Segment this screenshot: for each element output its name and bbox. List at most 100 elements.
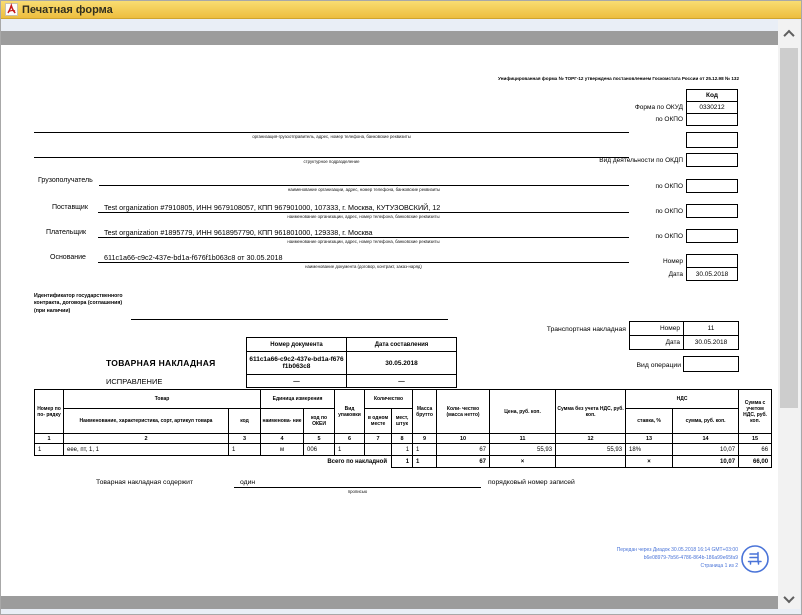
preview-canvas: Унифицированная форма № ТОРГ-12 утвержде… <box>1 31 779 611</box>
date-value-cell: 30.05.2018 <box>686 267 738 281</box>
scrollbar-thumb[interactable] <box>780 48 798 408</box>
form-note: Унифицированная форма № ТОРГ-12 утвержде… <box>498 76 739 81</box>
col-header-item-no: Номер по по- рядку <box>35 390 64 434</box>
diadoc-id-line: b6e08979-7b56-4786-864b-186a99e65fa9 <box>617 554 738 562</box>
supplier-caption: наименование организации, адрес, номер т… <box>98 214 629 219</box>
transport-number-value: 11 <box>683 321 739 336</box>
print-form-window: Печатная форма Унифицированная форма № Т… <box>0 0 802 615</box>
supplier-value: Test organization #7910805, ИНН 96791080… <box>104 203 440 212</box>
scroll-up-button[interactable] <box>778 23 800 45</box>
doc-date-value: 30.05.2018 <box>347 352 457 375</box>
number-label: Номер <box>663 258 683 265</box>
doc-number-table: Номер документа Дата составления 611c1a6… <box>246 337 457 388</box>
col-header-vat-rate: ставка, % <box>626 409 673 434</box>
okpo2-label: по ОКПО <box>655 183 683 190</box>
date-label: Дата <box>669 271 683 278</box>
payer-value: Test organization #1895779, ИНН 96189577… <box>104 228 373 237</box>
summary-caption: прописью <box>234 489 481 494</box>
chevron-down-icon <box>783 592 794 603</box>
chevron-up-icon <box>783 30 794 41</box>
summary-prefix: Товарная накладная содержит <box>96 479 193 486</box>
supplier-line <box>98 212 629 213</box>
doc-number-value: 611c1a66-c9c2-437e-bd1a-f676f1b063c8 <box>247 352 347 375</box>
okpo1-label: по ОКПО <box>655 116 683 123</box>
consignee-caption: наименование организации, адрес, номер т… <box>99 187 629 192</box>
toolbar-strip <box>1 20 801 31</box>
transport-date-value: 30.05.2018 <box>683 335 739 350</box>
number-value-cell <box>686 254 738 268</box>
col-header-net: Коли- чество (масса нетто) <box>437 390 490 434</box>
transport-label: Транспортная накладная <box>446 326 626 333</box>
operation-value-cell <box>683 356 739 372</box>
diadoc-stamp: Передан через Диадок 30.05.2018 16:14 GM… <box>617 546 738 570</box>
okpo1-value-cell <box>686 113 738 126</box>
shipper-caption: организация-грузоотправитель, адрес, ном… <box>34 134 629 139</box>
summary-line <box>234 487 481 488</box>
col-header-vat-amount: сумма, руб. коп. <box>673 409 739 434</box>
gov-contract-line <box>131 319 448 320</box>
scroll-down-button[interactable] <box>778 588 800 610</box>
vertical-scrollbar[interactable] <box>778 20 800 610</box>
shipper-line <box>34 132 629 133</box>
payer-label: Плательщик <box>46 229 86 236</box>
diadoc-logo-icon <box>740 544 770 579</box>
payer-caption: наименование организации, адрес, номер т… <box>98 239 629 244</box>
basis-value: 611c1a66-c9c2-437e-bd1a-f676f1b063c8 от … <box>104 253 282 262</box>
col-header-goods: Товар <box>64 390 261 409</box>
correction-number-value: — <box>247 375 347 388</box>
doc-number-header: Номер документа <box>247 338 347 352</box>
okud-label: Форма по ОКУД <box>635 104 683 111</box>
col-header-vat: НДС <box>626 390 739 409</box>
col-header-unit: Единица измерения <box>261 390 335 409</box>
transport-number-label: Номер <box>629 321 684 336</box>
col-header-gross: Масса брутто <box>413 390 437 434</box>
diadoc-transfer-line: Передан через Диадок 30.05.2018 16:14 GM… <box>617 546 738 554</box>
col-header-unit-okei: код по ОКЕИ <box>304 409 335 434</box>
okpo4-value-cell <box>686 229 738 243</box>
column-numbers-row: 1 2 3 4 5 6 7 8 9 10 11 12 13 14 15 <box>35 434 772 444</box>
correction-label: ИСПРАВЛЕНИЕ <box>106 377 162 386</box>
col-header-price: Цена, руб. коп. <box>490 390 556 434</box>
basis-label: Основание <box>50 254 86 261</box>
payer-line <box>98 237 629 238</box>
consignee-line <box>99 185 629 186</box>
okpo3-label: по ОКПО <box>655 208 683 215</box>
division-line <box>34 157 629 158</box>
doc-date-header: Дата составления <box>347 338 457 352</box>
window-titlebar[interactable]: Печатная форма <box>1 1 801 19</box>
col-header-unit-name: наименова- ние <box>261 409 304 434</box>
col-header-qty-in-place: в одном месте <box>365 409 392 434</box>
col-header-amount-with-vat: Сумма с учетом НДС, руб. коп. <box>739 390 772 434</box>
window-title: Печатная форма <box>22 4 113 16</box>
summary-value: один <box>240 479 255 486</box>
basis-line <box>98 262 629 263</box>
col-header-goods-name: Наименование, характеристика, сорт, арти… <box>64 409 229 434</box>
gov-contract-label: Идентификатор государственного контракта… <box>34 293 131 315</box>
goods-table: Номер по по- рядку Товар Единица измерен… <box>34 389 772 468</box>
summary-suffix: порядковый номер записей <box>488 479 575 486</box>
transport-date-label: Дата <box>629 335 684 350</box>
document-title: ТОВАРНАЯ НАКЛАДНАЯ <box>106 358 216 368</box>
diadoc-page-line: Страница 1 из 2 <box>617 562 738 570</box>
okpo4-label: по ОКПО <box>655 233 683 240</box>
correction-date-value: — <box>347 375 457 388</box>
totals-label: Всего по накладной <box>35 456 392 468</box>
print-page: Унифицированная форма № ТОРГ-12 утвержде… <box>1 45 778 596</box>
col-header-goods-code: код <box>229 409 261 434</box>
operation-label: Вид операции <box>501 362 681 369</box>
goods-row: 1 еее, пт, 1, 1 1 м 006 1 1 1 67 55,93 5… <box>35 444 772 456</box>
totals-row: Всего по накладной 1 1 67 × × 10,07 66,0… <box>35 456 772 468</box>
supplier-label: Поставщик <box>52 204 88 211</box>
pdf-icon <box>5 3 18 16</box>
basis-caption: наименование документа (договор, контрак… <box>98 264 629 269</box>
consignee-label: Грузополучатель <box>38 177 93 184</box>
col-header-package: Вид упаковки <box>335 390 365 434</box>
okpo3-value-cell <box>686 204 738 218</box>
division-caption: структурное подразделение <box>34 159 629 164</box>
okdp-value-cell <box>686 153 738 167</box>
col-header-quantity: Количество <box>365 390 413 409</box>
okpo2-value-cell <box>686 179 738 193</box>
col-header-qty-places: мест, штук <box>392 409 413 434</box>
col-header-amount-wo-vat: Сумма без учета НДС, руб. коп. <box>556 390 626 434</box>
window-bottom-strip <box>1 609 801 614</box>
